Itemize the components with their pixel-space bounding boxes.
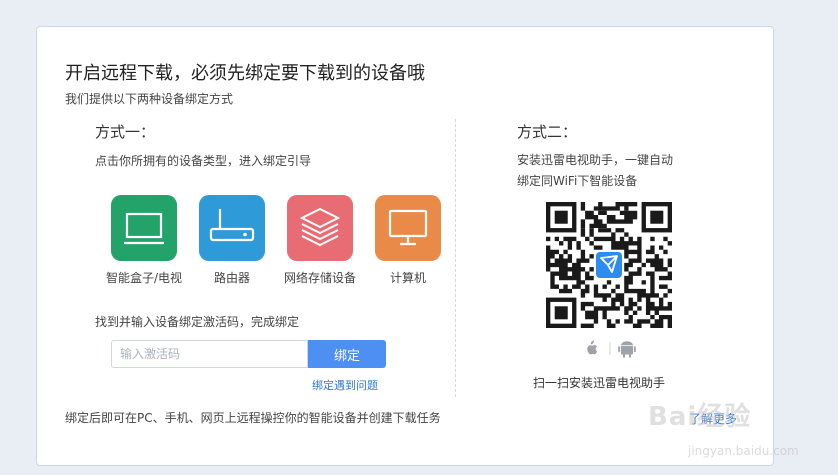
panel-subtitle: 我们提供以下两种设备绑定方式 (65, 92, 234, 106)
tv-icon (111, 195, 177, 261)
qr-caption: 扫一扫安装迅雷电视助手 (533, 376, 666, 390)
bind-help-link[interactable]: 绑定遇到问题 (312, 377, 378, 393)
device-label: 计算机 (389, 271, 426, 285)
footer-note: 绑定后即可在PC、手机、网页上远程操控你的智能设备并创建下载任务 (65, 411, 441, 425)
method2-title: 方式二： (517, 123, 578, 141)
method1-title: 方式一： (95, 123, 156, 141)
platform-icons (587, 340, 636, 358)
router-icon (199, 195, 265, 261)
monitor-icon (375, 195, 441, 261)
storage-icon (287, 195, 353, 261)
device-computer[interactable]: 计算机 (367, 195, 449, 286)
android-icon (618, 341, 636, 358)
device-label: 智能盒子/电视 (105, 271, 183, 285)
method1-desc: 点击你所拥有的设备类型，进入绑定引导 (95, 154, 312, 168)
device-type-list: 智能盒子/电视 路由器 网络存储设备 计算机 (103, 195, 441, 286)
device-tv-box[interactable]: 智能盒子/电视 (103, 195, 185, 286)
bind-instruction: 找到并输入设备绑定激活码，完成绑定 (95, 315, 300, 329)
watermark-brand: Bai经验 (648, 402, 752, 432)
method2-desc-line2: 绑定同WiFi下智能设备 (517, 174, 638, 188)
method-divider (455, 119, 456, 397)
watermark-logo: Bai经验 jingyan.baidu.com (640, 396, 800, 472)
panel-title: 开启远程下载，必须先绑定要下载到的设备哦 (65, 63, 425, 84)
apple-icon (587, 340, 598, 355)
qr-code (546, 202, 672, 328)
device-router[interactable]: 路由器 (191, 195, 273, 286)
activation-code-input[interactable] (111, 340, 308, 368)
device-label: 网络存储设备 (283, 271, 356, 285)
device-label: 路由器 (213, 271, 250, 285)
method2-desc-line1: 安装迅雷电视助手，一键自动 (517, 153, 674, 167)
xunlei-logo-icon (594, 250, 624, 280)
watermark-url: jingyan.baidu.com (688, 444, 799, 458)
bind-button[interactable]: 绑定 (308, 340, 386, 368)
device-nas[interactable]: 网络存储设备 (279, 195, 361, 286)
